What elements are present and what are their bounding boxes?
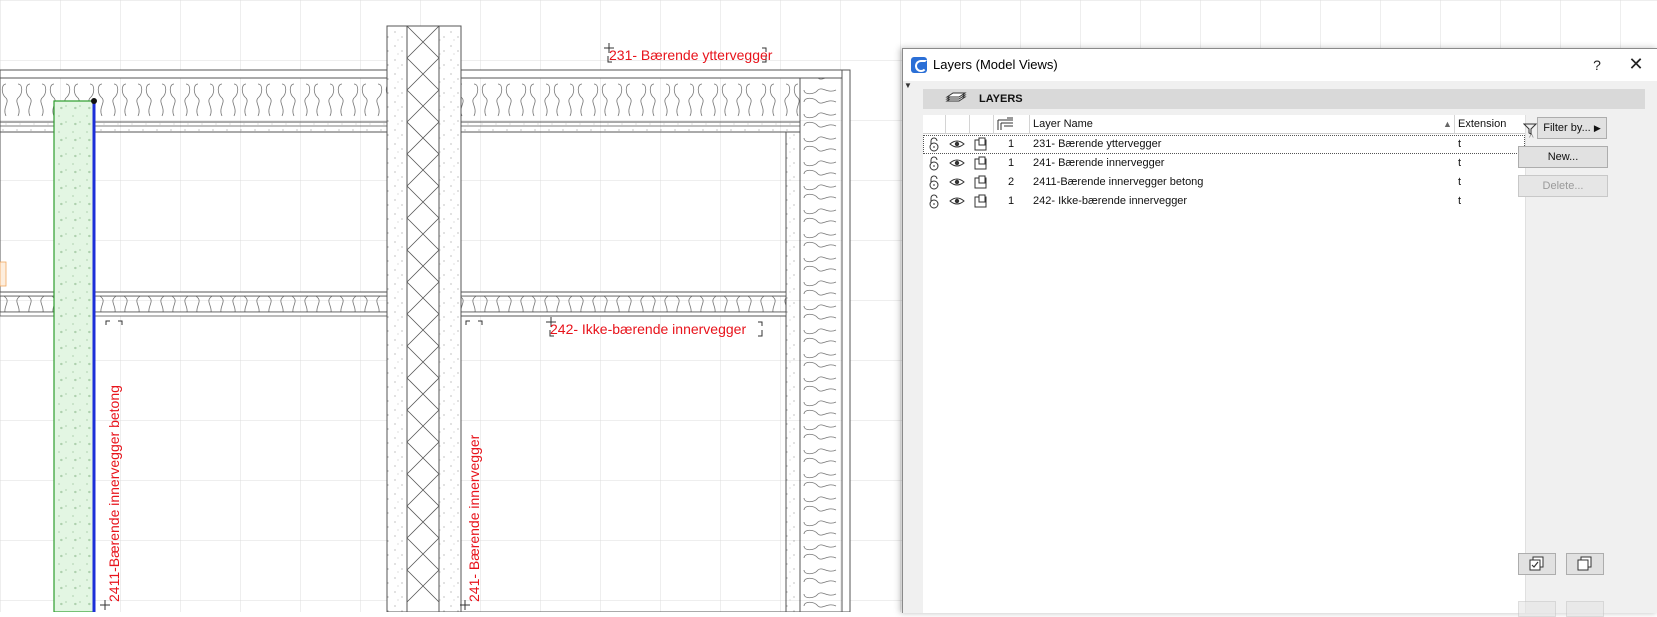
intersection-group[interactable]: 2	[1003, 176, 1019, 188]
sort-ascending-icon: ▲	[1443, 119, 1452, 129]
layer-name[interactable]: 2411-Bærende innervegger betong	[1033, 176, 1203, 188]
wireframe-icon[interactable]	[973, 175, 989, 190]
table-column-header: Layer Name ▲ Extension	[923, 115, 1525, 134]
disabled-tool-button[interactable]	[1518, 601, 1556, 617]
layer-name[interactable]: 241- Bærende innervegger	[1033, 157, 1164, 169]
chevron-right-icon: ▶	[1593, 123, 1601, 133]
dialog-title: Layers (Model Views)	[933, 57, 1058, 72]
filter-icon	[1523, 123, 1537, 135]
archicad-app-icon	[911, 57, 927, 73]
wireframe-icon[interactable]	[973, 137, 989, 152]
intersection-group[interactable]: 1	[1003, 157, 1019, 169]
eye-icon[interactable]	[949, 137, 965, 152]
check-copy-icon	[1529, 556, 1544, 571]
column-extension[interactable]: Extension	[1458, 118, 1506, 130]
help-button[interactable]: ?	[1583, 53, 1611, 77]
label-concrete-wall: 2411-Bærende innervegger betong	[106, 385, 122, 602]
stories-icon[interactable]	[997, 117, 1015, 131]
layers-table: Layer Name ▲ Extension 1 231- Bærende yt…	[923, 115, 1525, 613]
label-outer-wall: 231- Bærende yttervegger	[609, 47, 773, 63]
wireframe-icon[interactable]	[973, 194, 989, 209]
filter-button-label: Filter by...	[1543, 122, 1591, 134]
filter-button[interactable]: Filter by... ▶	[1537, 117, 1607, 139]
close-button[interactable]: ✕	[1621, 53, 1651, 77]
eye-icon[interactable]	[949, 175, 965, 190]
lock-icon[interactable]	[926, 137, 942, 152]
layers-dialog: Layers (Model Views) ? ✕ ▼ LAYERS Layer …	[902, 48, 1657, 617]
wireframe-icon[interactable]	[973, 156, 989, 171]
delete-layer-button[interactable]: Delete...	[1518, 175, 1608, 197]
table-row[interactable]: 1 231- Bærende yttervegger t	[923, 135, 1525, 154]
copy-icon	[1577, 556, 1592, 571]
layers-stack-icon	[945, 92, 967, 102]
intersection-group[interactable]: 1	[1003, 138, 1019, 150]
label-non-bearing-wall: 242- Ikke-bærende innervegger	[550, 321, 747, 337]
new-layer-button[interactable]: New...	[1518, 146, 1608, 168]
layer-name[interactable]: 242- Ikke-bærende innervegger	[1033, 195, 1187, 207]
lock-icon[interactable]	[926, 175, 942, 190]
layers-section-title: LAYERS	[979, 93, 1023, 105]
column-layer-name[interactable]: Layer Name	[1033, 118, 1093, 130]
lock-tool-button[interactable]	[1566, 601, 1604, 617]
table-row[interactable]: 1 241- Bærende innervegger t	[923, 154, 1525, 173]
lock-icon[interactable]	[926, 194, 942, 209]
layer-extension[interactable]: t	[1458, 138, 1461, 150]
layer-combination-button[interactable]	[1518, 553, 1556, 575]
table-row[interactable]: 1 242- Ikke-bærende innervegger t	[923, 192, 1525, 211]
layer-extension[interactable]: t	[1458, 195, 1461, 207]
layers-section-header[interactable]: LAYERS	[923, 89, 1645, 109]
layer-extension[interactable]: t	[1458, 157, 1461, 169]
layer-name[interactable]: 231- Bærende yttervegger	[1033, 138, 1161, 150]
intersection-group[interactable]: 1	[1003, 195, 1019, 207]
eye-icon[interactable]	[949, 194, 965, 209]
lock-icon[interactable]	[926, 156, 942, 171]
label-inner-wall: 241- Bærende innervegger	[466, 434, 482, 602]
layer-extension[interactable]: t	[1458, 176, 1461, 188]
collapse-arrow-icon[interactable]: ▼	[904, 81, 912, 90]
duplicate-button[interactable]	[1566, 553, 1604, 575]
dialog-titlebar[interactable]: Layers (Model Views) ? ✕	[903, 49, 1657, 81]
eye-icon[interactable]	[949, 156, 965, 171]
table-row[interactable]: 2 2411-Bærende innervegger betong t	[923, 173, 1525, 192]
